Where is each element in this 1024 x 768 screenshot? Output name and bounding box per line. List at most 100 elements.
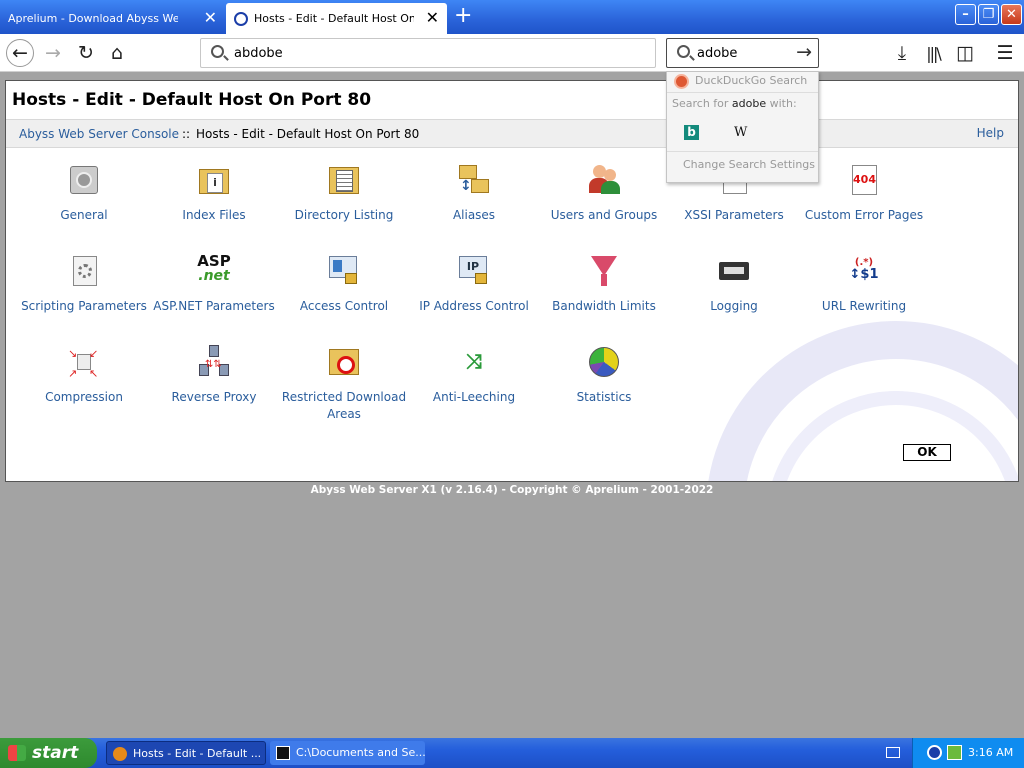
- item-directory-listing[interactable]: Directory Listing: [279, 163, 409, 224]
- item-restricted-download-areas[interactable]: Restricted Download Areas: [279, 345, 409, 423]
- tab-label: Hosts - Edit - Default Host On Port 80: [254, 12, 414, 25]
- home-icon[interactable]: ⌂: [103, 39, 131, 67]
- tab-aprelium-download[interactable]: Aprelium - Download Abyss Web Server ✕: [0, 3, 225, 34]
- item-compression[interactable]: ↘ ↙ ↗ ↖ Compression: [19, 345, 149, 406]
- item-label: Reverse Proxy: [171, 390, 257, 404]
- directory-listing-icon: [327, 163, 361, 197]
- item-aliases[interactable]: ↕ Aliases: [409, 163, 539, 224]
- back-arrow-icon[interactable]: ←: [6, 39, 34, 67]
- duckduckgo-icon: [674, 74, 689, 89]
- change-search-settings-button[interactable]: Change Search Settings: [683, 158, 815, 171]
- item-label: ASP.NET Parameters: [153, 299, 275, 313]
- url-bar[interactable]: abdobe: [200, 38, 656, 68]
- bing-icon[interactable]: b: [684, 125, 699, 140]
- taskbar-item-firefox[interactable]: Hosts - Edit - Default ...: [106, 741, 266, 765]
- item-label: Scripting Parameters: [21, 299, 147, 313]
- search-bar[interactable]: adobe →: [666, 38, 819, 68]
- aspnet-icon: ASP .net: [197, 252, 231, 284]
- access-control-icon: [327, 254, 361, 288]
- ip-control-icon: IP: [457, 254, 491, 288]
- search-suggestions-dropdown: DuckDuckGo Search Search for adobe with:…: [666, 71, 819, 183]
- minimize-button[interactable]: –: [955, 4, 976, 25]
- item-label: Access Control: [299, 299, 389, 313]
- navigation-toolbar: ← → ↻ ⌂ abdobe adobe → ⤓ |||\ ◫ ☰: [0, 34, 1024, 72]
- search-input[interactable]: adobe: [697, 46, 737, 61]
- item-label: Users and Groups: [550, 208, 658, 222]
- help-link[interactable]: Help: [977, 126, 1004, 140]
- forward-arrow-icon[interactable]: →: [39, 39, 67, 67]
- start-button[interactable]: start: [0, 738, 97, 768]
- statistics-icon: [587, 345, 621, 379]
- globe-tray-icon[interactable]: [927, 745, 942, 760]
- item-bandwidth-limits[interactable]: Bandwidth Limits: [539, 254, 669, 315]
- item-index-files[interactable]: i Index Files: [149, 163, 279, 224]
- downloads-icon[interactable]: ⤓: [888, 39, 916, 67]
- item-scripting-parameters[interactable]: Scripting Parameters: [19, 254, 149, 315]
- task-label: Hosts - Edit - Default ...: [133, 747, 262, 760]
- reload-icon[interactable]: ↻: [72, 39, 100, 67]
- item-label: Restricted Download Areas: [281, 390, 407, 421]
- ok-button[interactable]: OK: [903, 444, 951, 461]
- item-access-control[interactable]: Access Control: [279, 254, 409, 315]
- item-label: Logging: [710, 299, 758, 313]
- taskbar-item-explorer[interactable]: C:\Documents and Se...: [270, 741, 425, 765]
- search-icon: [677, 45, 690, 58]
- url-input[interactable]: abdobe: [234, 46, 283, 61]
- item-ip-address-control[interactable]: IP IP Address Control: [409, 254, 539, 315]
- divider: [667, 151, 818, 152]
- firefox-icon: [113, 747, 127, 761]
- item-anti-leeching[interactable]: ⤨ Anti-Leeching: [409, 345, 539, 406]
- item-url-rewriting[interactable]: (.*) ↕$1 URL Rewriting: [799, 254, 929, 315]
- anti-leeching-icon: ⤨: [466, 349, 482, 373]
- search-go-arrow-icon[interactable]: →: [796, 41, 812, 63]
- item-label: Statistics: [576, 390, 632, 404]
- sidebar-icon[interactable]: ◫: [951, 39, 979, 67]
- breadcrumb-separator: ::: [182, 127, 191, 141]
- item-statistics[interactable]: Statistics: [539, 345, 669, 406]
- tab-label: Aprelium - Download Abyss Web Server: [8, 12, 178, 25]
- page-content: Hosts - Edit - Default Host On Port 80 A…: [5, 80, 1019, 482]
- search-for-label: Search for adobe with:: [672, 97, 797, 110]
- breadcrumb-current: Hosts - Edit - Default Host On Port 80: [196, 127, 420, 141]
- divider: [667, 92, 818, 93]
- breadcrumb-console-link[interactable]: Abyss Web Server Console: [19, 127, 179, 141]
- item-aspnet-parameters[interactable]: ASP .net ASP.NET Parameters: [149, 254, 279, 315]
- item-label: Directory Listing: [294, 208, 394, 222]
- restricted-download-icon: [327, 345, 361, 379]
- url-rewriting-icon: (.*) ↕$1: [849, 257, 879, 282]
- item-label: General: [60, 208, 108, 222]
- breadcrumb: Abyss Web Server Console :: Hosts - Edit…: [6, 119, 1018, 148]
- reverse-proxy-icon: ⇅⇅: [197, 345, 231, 379]
- close-window-button[interactable]: ✕: [1001, 4, 1022, 25]
- tab-close-icon[interactable]: ✕: [426, 10, 439, 26]
- clock: 3:16 AM: [968, 746, 1014, 759]
- new-tab-button[interactable]: +: [454, 5, 472, 27]
- task-label: C:\Documents and Se...: [296, 746, 425, 759]
- item-logging[interactable]: Logging: [669, 254, 799, 315]
- menu-icon[interactable]: ☰: [991, 39, 1019, 67]
- search-term: adobe: [731, 97, 767, 110]
- aliases-icon: ↕: [457, 163, 491, 197]
- item-label: XSSI Parameters: [684, 208, 784, 222]
- footer-copyright: Abyss Web Server X1 (v 2.16.4) - Copyrig…: [310, 484, 714, 496]
- item-general[interactable]: General: [19, 163, 149, 224]
- scripting-icon: [67, 254, 101, 288]
- network-tray-icon[interactable]: [947, 745, 962, 760]
- wikipedia-icon[interactable]: W: [734, 125, 747, 140]
- search-engine-label[interactable]: DuckDuckGo Search: [695, 74, 807, 87]
- item-reverse-proxy[interactable]: ⇅⇅ Reverse Proxy: [149, 345, 279, 406]
- tab-hosts-edit[interactable]: Hosts - Edit - Default Host On Port 80 ✕: [226, 3, 447, 34]
- windows-logo-icon: [8, 745, 26, 761]
- item-users-groups[interactable]: Users and Groups: [539, 163, 669, 224]
- keyboard-icon[interactable]: [886, 747, 900, 758]
- item-label: Custom Error Pages: [804, 208, 924, 222]
- maximize-button[interactable]: ❐: [978, 4, 999, 25]
- compression-icon: ↘ ↙ ↗ ↖: [68, 347, 99, 380]
- index-files-icon: i: [197, 163, 231, 197]
- library-icon[interactable]: |||\: [919, 39, 947, 67]
- tab-close-icon[interactable]: ✕: [204, 10, 217, 26]
- item-label: Compression: [45, 390, 123, 404]
- item-label: URL Rewriting: [821, 299, 907, 313]
- search-icon: [211, 45, 224, 58]
- firefox-globe-icon: [234, 11, 248, 26]
